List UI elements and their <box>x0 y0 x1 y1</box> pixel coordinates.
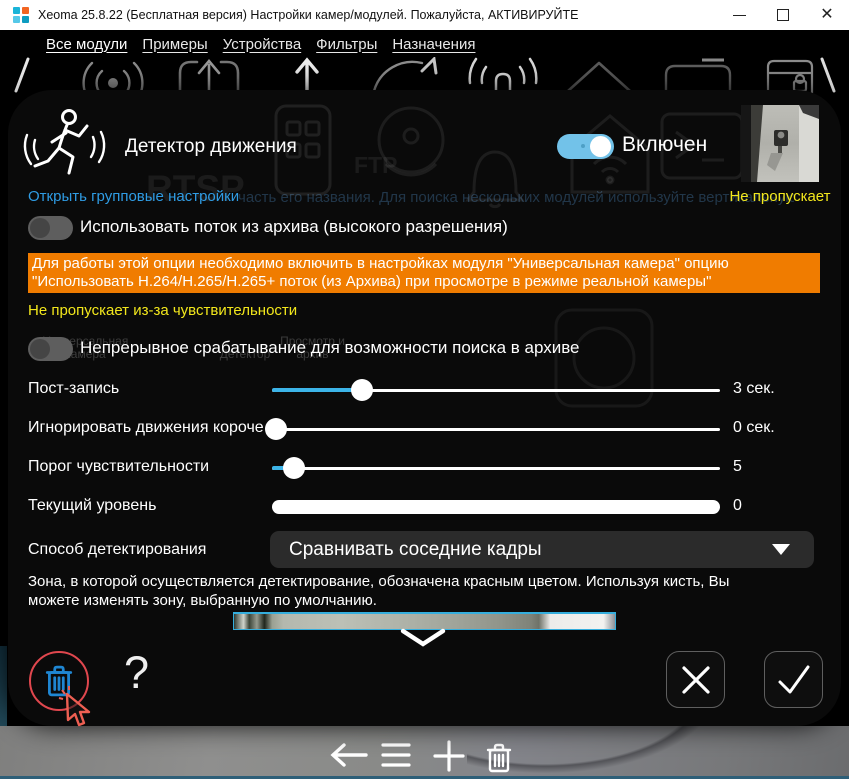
maximize-button[interactable] <box>761 0 805 30</box>
detection-method-selected: Сравнивать соседние кадры <box>289 539 542 561</box>
dialog-title: Детектор движения <box>125 136 297 158</box>
menu-all-modules[interactable]: Все модули <box>46 36 127 53</box>
motion-detector-settings-dialog: RTSP FTP часть его названия. Для поиска … <box>8 90 841 726</box>
confirm-button[interactable] <box>764 651 823 708</box>
close-x-icon <box>681 665 711 695</box>
archive-stream-toggle[interactable] <box>28 216 73 240</box>
camera-view-background <box>0 726 849 779</box>
sensitivity-threshold-slider[interactable] <box>272 455 720 481</box>
minimize-button[interactable] <box>717 0 761 30</box>
radio-waves-icon <box>76 57 150 93</box>
xeoma-logo-icon <box>13 7 29 23</box>
trash-icon[interactable] <box>484 742 514 774</box>
ignore-short-value: 0 сек. <box>733 419 775 437</box>
module-carousel-background <box>0 57 849 93</box>
warning-banner: Для работы этой опции необходимо включит… <box>28 253 820 293</box>
cancel-button[interactable] <box>666 651 725 708</box>
archive-stream-label: Использовать поток из архива (высокого р… <box>80 217 508 237</box>
post-record-label: Пост-запись <box>28 380 119 398</box>
window-title: Xeoma 25.8.22 (Бесплатная версия) Настро… <box>38 8 578 22</box>
continuous-trigger-toggle[interactable] <box>28 337 73 361</box>
running-person-motion-icon <box>22 104 106 188</box>
home-icon <box>564 57 634 93</box>
close-button[interactable]: ✕ <box>805 0 849 30</box>
minimize-icon <box>733 15 746 16</box>
slider-handle[interactable] <box>351 379 373 401</box>
current-level-value: 0 <box>733 497 742 515</box>
ftp-upload-icon <box>176 57 242 93</box>
ghost-camera-icon <box>366 98 456 188</box>
menu-destinations[interactable]: Назначения <box>392 36 475 53</box>
back-arrow-icon[interactable] <box>330 740 368 770</box>
close-icon: ✕ <box>820 7 833 23</box>
menu-devices[interactable]: Устройства <box>223 36 301 53</box>
arrow-up-icon <box>294 57 320 91</box>
carousel-backslash-icon <box>818 57 838 93</box>
ptz-curved-arrow-icon <box>370 57 444 93</box>
server-lock-icon <box>762 57 818 93</box>
main-menu: Все модули Примеры Устройства Фильтры На… <box>0 30 849 58</box>
enabled-toggle[interactable] <box>557 134 614 159</box>
post-record-slider[interactable] <box>272 377 720 403</box>
menu-filters[interactable]: Фильтры <box>316 36 377 53</box>
window-titlebar: Xeoma 25.8.22 (Бесплатная версия) Настро… <box>0 0 849 30</box>
detection-method-label: Способ детектирования <box>28 541 206 559</box>
sensitivity-threshold-label: Порог чувствительности <box>28 458 209 476</box>
ignore-short-slider[interactable] <box>272 416 720 442</box>
sensitivity-threshold-value: 5 <box>733 458 742 476</box>
enabled-label: Включен <box>622 133 707 157</box>
help-button[interactable]: ? <box>124 647 149 699</box>
checkmark-icon <box>776 664 812 696</box>
detection-method-dropdown[interactable]: Сравнивать соседние кадры <box>270 531 814 568</box>
camera-preview-image <box>741 105 819 182</box>
chevron-down-icon[interactable] <box>400 628 446 648</box>
antenna-signal-icon <box>464 57 542 93</box>
preview-status-text: Не пропускает <box>710 188 849 205</box>
maximize-icon <box>777 9 789 21</box>
triangle-down-icon <box>772 544 790 555</box>
camera-preview-thumbnail[interactable] <box>741 105 819 182</box>
continuous-trigger-label: Непрерывное срабатывание для возможности… <box>80 338 580 358</box>
mouse-cursor-icon <box>55 684 97 730</box>
menu-examples[interactable]: Примеры <box>142 36 207 53</box>
slider-handle[interactable] <box>283 457 305 479</box>
monitor-icon <box>662 57 734 93</box>
current-level-label: Текущий уровень <box>28 497 156 515</box>
current-level-bar <box>272 500 720 514</box>
ghost-ftp-text: FTP <box>354 152 397 179</box>
group-settings-link[interactable]: Открыть групповые настройки <box>28 188 239 205</box>
ignore-short-label: Игнорировать движения короче <box>28 419 264 437</box>
carousel-slash-icon <box>12 57 32 93</box>
sensitivity-note: Не пропускает из-за чувствительности <box>28 302 297 319</box>
zone-hint-text: Зона, в которой осуществляется детектиро… <box>28 573 773 610</box>
slider-handle[interactable] <box>265 418 287 440</box>
menu-lines-icon[interactable] <box>380 740 412 770</box>
ghost-bell-icon <box>460 130 530 216</box>
post-record-value: 3 сек. <box>733 380 775 398</box>
plus-icon[interactable] <box>432 740 466 772</box>
